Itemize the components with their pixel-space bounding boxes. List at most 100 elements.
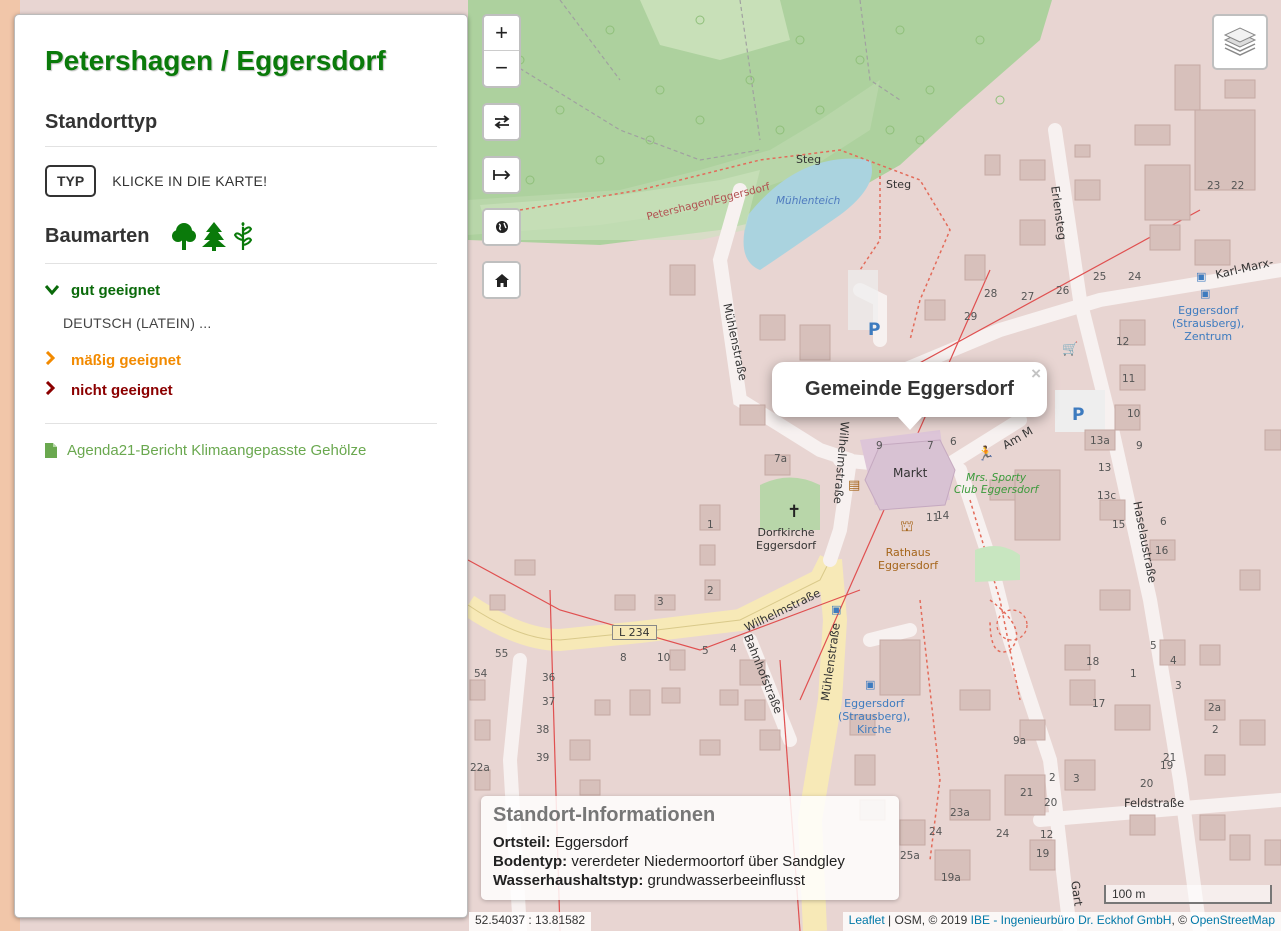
chevron-right-icon xyxy=(45,350,59,369)
category-good[interactable]: gut geeignet xyxy=(44,282,437,299)
info-title: Standort-Informationen xyxy=(493,804,716,826)
measure-icon xyxy=(492,170,510,180)
house-number: 2 xyxy=(1212,724,1219,736)
measure-control xyxy=(482,156,521,194)
house-number: 20 xyxy=(1044,797,1058,809)
house-number: 7a xyxy=(774,453,788,465)
info-value: grundwasserbeeinflusst xyxy=(647,872,806,889)
location-info-box: Standort-Informationen Ortsteil: Eggersd… xyxy=(481,796,899,900)
house-number: 3 xyxy=(1073,773,1080,785)
home-control xyxy=(482,261,521,299)
townhall-icon: ⛫ xyxy=(900,517,914,535)
fitness-icon: 🏃 xyxy=(977,446,995,462)
house-number: 4 xyxy=(730,643,737,655)
home-button[interactable] xyxy=(484,263,519,297)
house-number: 8 xyxy=(620,652,627,664)
house-number: 36 xyxy=(542,672,556,684)
category-medium-label: mäßig geeignet xyxy=(71,351,182,369)
scale-bar: 100 m xyxy=(1104,885,1272,904)
popup-close-button[interactable]: × xyxy=(1031,364,1041,384)
house-number: 24 xyxy=(996,828,1010,840)
location-type-row: TYP KLICKE IN DIE KARTE! xyxy=(45,165,437,197)
house-number: 9a xyxy=(1013,735,1027,747)
house-number: 22a xyxy=(470,762,490,774)
report-link-label: Agenda21-Bericht Klimaangepasste Gehölze xyxy=(67,442,367,459)
swap-icon xyxy=(494,115,509,129)
house-number: 13 xyxy=(1098,462,1112,474)
house-number: 20 xyxy=(1140,778,1154,790)
info-key: Bodentyp: xyxy=(493,853,568,870)
category-medium[interactable]: mäßig geeignet xyxy=(45,350,437,369)
attribution-sep: , © xyxy=(1171,913,1191,927)
category-bad[interactable]: nicht geeignet xyxy=(45,380,437,399)
coordinates-readout: 52.54037 : 13.81582 xyxy=(469,912,592,931)
bus-stop-icon: ▣ xyxy=(1196,270,1207,283)
house-number: 11 xyxy=(1122,373,1136,385)
layers-button[interactable] xyxy=(1212,14,1268,70)
house-number: 28 xyxy=(984,288,998,300)
globe-control xyxy=(482,208,521,246)
house-number: 10 xyxy=(1127,408,1141,420)
leaflet-link[interactable]: Leaflet xyxy=(849,913,885,927)
house-number: 38 xyxy=(536,724,550,736)
house-number: 24 xyxy=(1128,271,1142,283)
library-icon: ▤ xyxy=(848,478,861,493)
house-number: 21 xyxy=(1020,787,1034,799)
house-number: 11 xyxy=(926,512,940,524)
globe-button[interactable] xyxy=(484,210,519,244)
deciduous-tree-icon xyxy=(172,223,197,250)
gym-label: Mrs. Sporty Club Eggersdorf xyxy=(954,472,1039,496)
townhall-label: Rathaus Eggersdorf xyxy=(878,546,939,572)
house-number: 29 xyxy=(964,311,978,323)
parking-icon: P xyxy=(1072,405,1085,425)
swap-button[interactable] xyxy=(484,105,519,139)
bus-stop-label-kirche: Eggersdorf (Strausberg), Kirche xyxy=(838,697,911,736)
house-number: 22 xyxy=(1231,180,1245,192)
chevron-down-icon xyxy=(44,282,60,299)
popup-title: Gemeinde Eggersdorf xyxy=(805,378,1014,400)
attribution-text: | OSM, © 2019 xyxy=(884,913,971,927)
house-number: 6 xyxy=(950,436,957,448)
bus-stop-label-zentrum: Eggersdorf (Strausberg), Zentrum xyxy=(1172,304,1245,343)
street-label-feldstrasse: Feldstraße xyxy=(1124,796,1185,810)
steg-label: Steg xyxy=(796,153,822,166)
house-number: 23a xyxy=(950,807,970,819)
tree-icons xyxy=(171,221,255,251)
house-number: 2 xyxy=(707,585,714,597)
osm-link[interactable]: OpenStreetMap xyxy=(1190,913,1275,927)
measure-button[interactable] xyxy=(484,158,519,192)
report-link[interactable]: Agenda21-Bericht Klimaangepasste Gehölze xyxy=(45,442,437,459)
house-number: 6 xyxy=(1160,516,1167,528)
house-number: 37 xyxy=(542,696,556,708)
house-number: 5 xyxy=(702,645,709,657)
house-number: 1 xyxy=(1130,668,1137,680)
house-number: 12 xyxy=(1116,336,1130,348)
markt-label: Markt xyxy=(893,466,928,480)
info-key: Ortsteil: xyxy=(493,834,551,851)
house-number: 3 xyxy=(1175,680,1182,692)
zoom-out-button[interactable]: − xyxy=(484,50,519,84)
house-number: 1 xyxy=(707,519,714,531)
zoom-in-button[interactable]: + xyxy=(484,16,519,50)
house-number: 24 xyxy=(929,826,943,838)
bus-stop-icon: ▣ xyxy=(1200,287,1211,300)
tree-species-heading: Baumarten xyxy=(45,224,150,247)
home-icon xyxy=(494,273,509,287)
divider xyxy=(45,263,437,264)
ibe-link[interactable]: IBE - Ingenieurbüro Dr. Eckhof GmbH xyxy=(971,913,1172,927)
house-number: 7 xyxy=(927,440,934,452)
category-bad-label: nicht geeignet xyxy=(71,381,173,399)
house-number: 12 xyxy=(1040,829,1054,841)
house-number: 54 xyxy=(474,668,488,680)
popup-tip xyxy=(898,417,922,430)
house-number: 4 xyxy=(1170,655,1177,667)
steg-label: Steg xyxy=(886,178,912,191)
attribution: Leaflet | OSM, © 2019 IBE - Ingenieurbür… xyxy=(842,912,1281,931)
page-title: Petershagen / Eggersdorf xyxy=(45,45,386,76)
bus-stop-icon: ▣ xyxy=(831,603,842,616)
location-type-button[interactable]: TYP xyxy=(45,165,97,197)
info-key: Wasserhaushaltstyp: xyxy=(493,872,644,889)
file-icon xyxy=(45,443,57,458)
house-number: 16 xyxy=(1155,545,1169,557)
info-row-soil: Bodentyp: vererdeter Niedermoortorf über… xyxy=(493,852,887,871)
